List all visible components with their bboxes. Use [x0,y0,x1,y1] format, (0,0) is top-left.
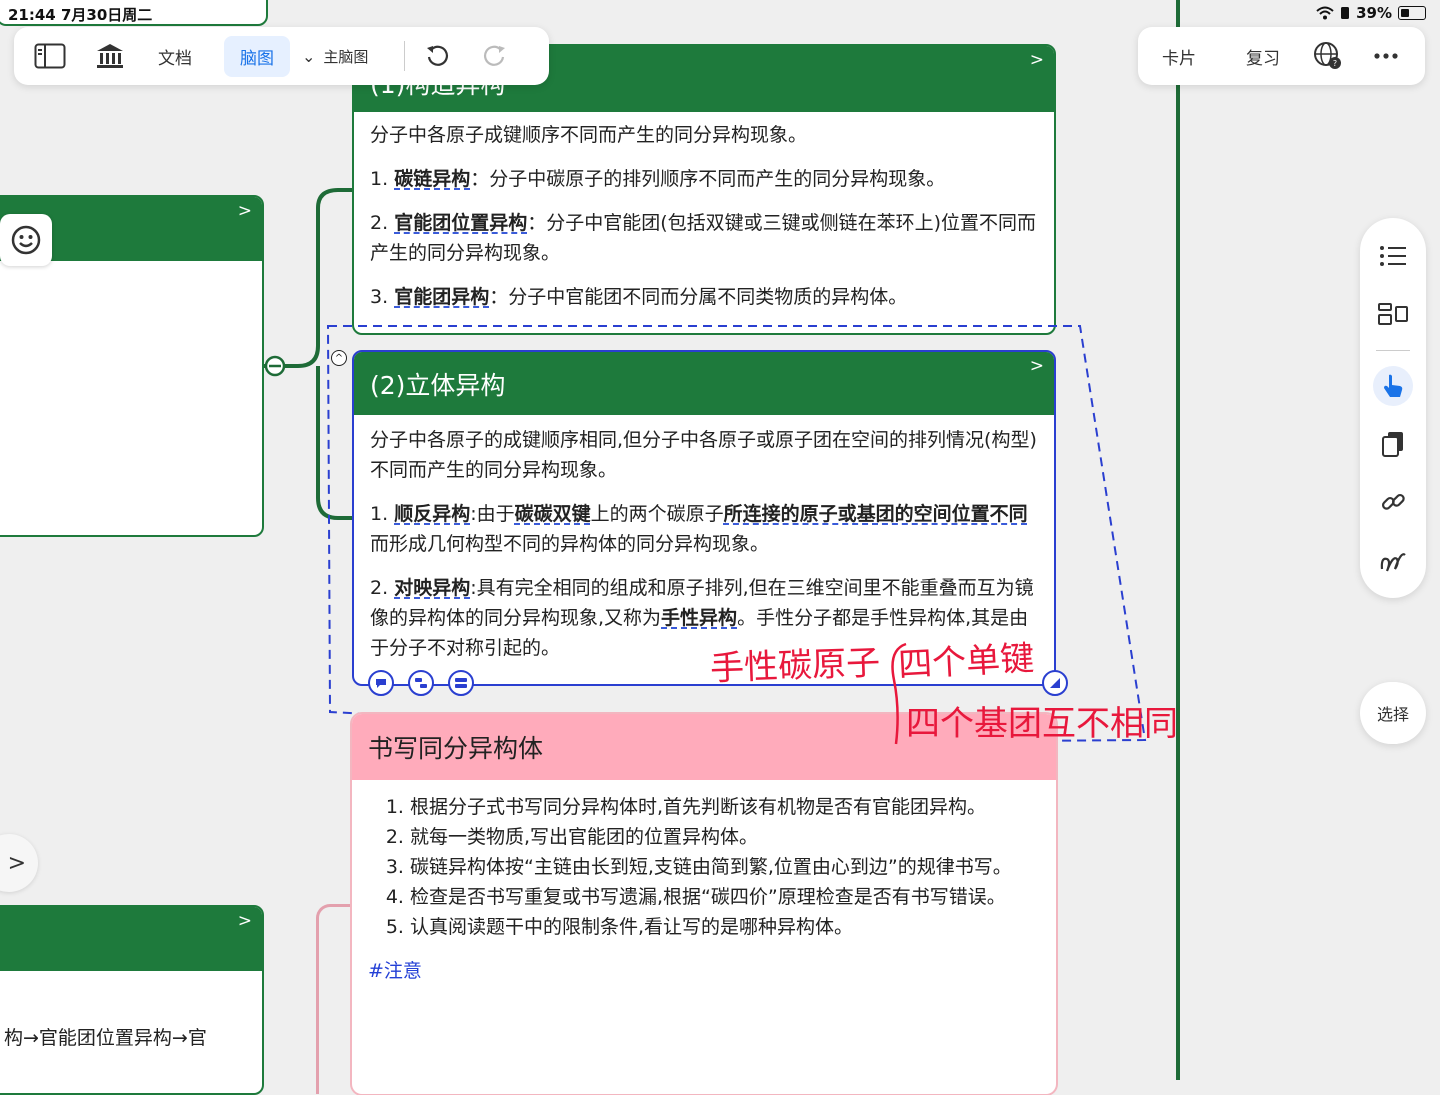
chevron-right-icon[interactable]: > [1030,50,1044,70]
left-node-bottom-text: 构→官能团位置异构→官 [4,1027,207,1049]
status-time: 21:44 7月30日周二 [8,6,153,24]
mindmap-tab[interactable]: 脑图 [224,35,290,77]
group-nodes-icon[interactable] [448,670,474,696]
list-item: 2. 官能团位置异构：分子中官能团(包括双键或三键或侧链在苯环上)位置不同而产生… [370,212,1037,264]
list-item: 3. 官能团异构：分子中官能团不同而分属不同类物质的异构体。 [370,286,908,308]
node-structural-isomerism[interactable]: (1)构造异构 > 分子中各原子成键顺序不同而产生的同分异构现象。 1. 碳链异… [352,44,1056,335]
panel-divider [1176,0,1180,1080]
main-mindmap-dropdown[interactable]: ⌄ 主脑图 [302,46,368,67]
link-icon[interactable] [1373,482,1413,522]
status-right: 39% [1316,4,1426,22]
node-action-icons [368,670,474,696]
tool-palette [1360,218,1426,598]
node-stereo-header: (2)立体异构 > [354,352,1054,415]
outline-list-icon[interactable] [1373,236,1413,276]
svg-text:?: ? [1333,59,1337,68]
writing-steps-list: 根据分子式书写同分异构体时,首先判断该有机物是否有官能团异构。 就每一类物质,写… [368,792,1040,942]
left-node-bottom-body: 构→官能团位置异构→官 [0,971,262,1061]
main-mindmap-label: 主脑图 [323,47,369,66]
chevron-down-icon: ⌄ [302,46,316,66]
select-button[interactable]: 选择 [1360,682,1426,744]
smiley-icon [11,225,41,255]
handwriting-line-1: 手性碳原子 [709,643,881,689]
battery-icon [1398,6,1426,20]
top-right-toolbar: 卡片 复习 ? [1138,27,1425,85]
chevron-right-icon[interactable]: > [1030,356,1044,376]
battery-percent: 39% [1356,4,1392,22]
freehand-draw-icon[interactable] [1373,542,1413,582]
expand-panel-button[interactable]: > [0,834,38,892]
layout-blocks-icon[interactable] [1373,294,1413,334]
node-structural-intro: 分子中各原子成键顺序不同而产生的同分异构现象。 [370,124,808,146]
wifi-icon [1316,6,1334,20]
undo-icon[interactable] [415,34,459,78]
node-stereo-intro: 分子中各原子的成键顺序相同,但分子中各原子或原子团在空间的排列情况(构型)不同而… [370,429,1037,481]
term: 官能团异构 [394,286,490,308]
left-node-bottom-header: > [0,907,262,971]
list-item: 就每一类物质,写出官能团的位置异构体。 [410,822,1040,852]
node-structural-body: 分子中各原子成键顺序不同而产生的同分异构现象。 1. 碳链异构：分子中碳原子的排… [354,112,1054,333]
list-item: 1. 碳链异构：分子中碳原子的排列顺序不同而产生的同分异构现象。 [370,168,946,190]
node-writing-title: 书写同分异构体 [368,734,544,763]
list-item: 检查是否书写重复或书写遗漏,根据“碳四价”原理检查是否有书写错误。 [410,882,1040,912]
chevron-right-icon[interactable]: > [238,201,252,221]
resize-handle-icon[interactable] [1042,670,1068,696]
emoji-face-button[interactable] [0,214,52,266]
node-stereo-title: (2)立体异构 [370,370,506,400]
web-help-icon[interactable]: ? [1306,34,1350,78]
handwriting-bracket [891,642,907,745]
chevron-right-icon: > [7,850,26,876]
node-writing-body: 根据分子式书写同分异构体时,首先判断该有机物是否有官能团异构。 就每一类物质,写… [352,780,1056,994]
left-node-bottom[interactable]: > 构→官能团位置异构→官 [0,905,264,1095]
copy-pages-icon[interactable] [1373,424,1413,464]
list-item: 1. 顺反异构:由于碳碳双键上的两个碳原子所连接的原子或基团的空间位置不同而形成… [370,503,1028,555]
library-icon[interactable] [88,34,132,78]
pointer-hand-icon[interactable] [1373,366,1413,406]
term: 碳链异构 [394,168,471,190]
note-tag[interactable]: #注意 [368,956,1040,986]
list-item: 认真阅读题干中的限制条件,看让写的是哪种异构体。 [410,912,1040,942]
more-icon[interactable] [1364,34,1408,78]
orientation-lock-icon [1341,7,1350,19]
handwriting-line-2: 四个单键 [897,638,1036,686]
link-nodes-icon[interactable] [408,670,434,696]
toolbar-divider [404,41,406,71]
node-writing-isomers[interactable]: 书写同分异构体 根据分子式书写同分异构体时,首先判断该有机物是否有官能团异构。 … [352,714,1056,1094]
pink-connector [316,904,356,1094]
list-item: 根据分子式书写同分异构体时,首先判断该有机物是否有官能团异构。 [410,792,1040,822]
redo-icon[interactable] [473,34,517,78]
palette-divider [1376,350,1410,351]
list-item: 碳链异构体按“主链由长到短,支链由简到繁,位置由心到边”的规律书写。 [410,852,1040,882]
handwriting-line-3: 四个基团互不相同 [906,704,1178,744]
chevron-right-icon[interactable]: > [238,911,252,931]
doc-tab[interactable]: 文档 [158,44,192,69]
term: 官能团位置异构 [394,212,528,234]
comment-icon[interactable] [368,670,394,696]
rotate-handle-icon[interactable]: ^ [331,350,347,366]
sidebar-toggle-icon[interactable] [28,34,72,78]
review-button[interactable]: 复习 [1246,44,1280,69]
cards-button[interactable]: 卡片 [1162,44,1196,69]
top-toolbar: 文档 脑图 ⌄ 主脑图 [14,27,549,85]
